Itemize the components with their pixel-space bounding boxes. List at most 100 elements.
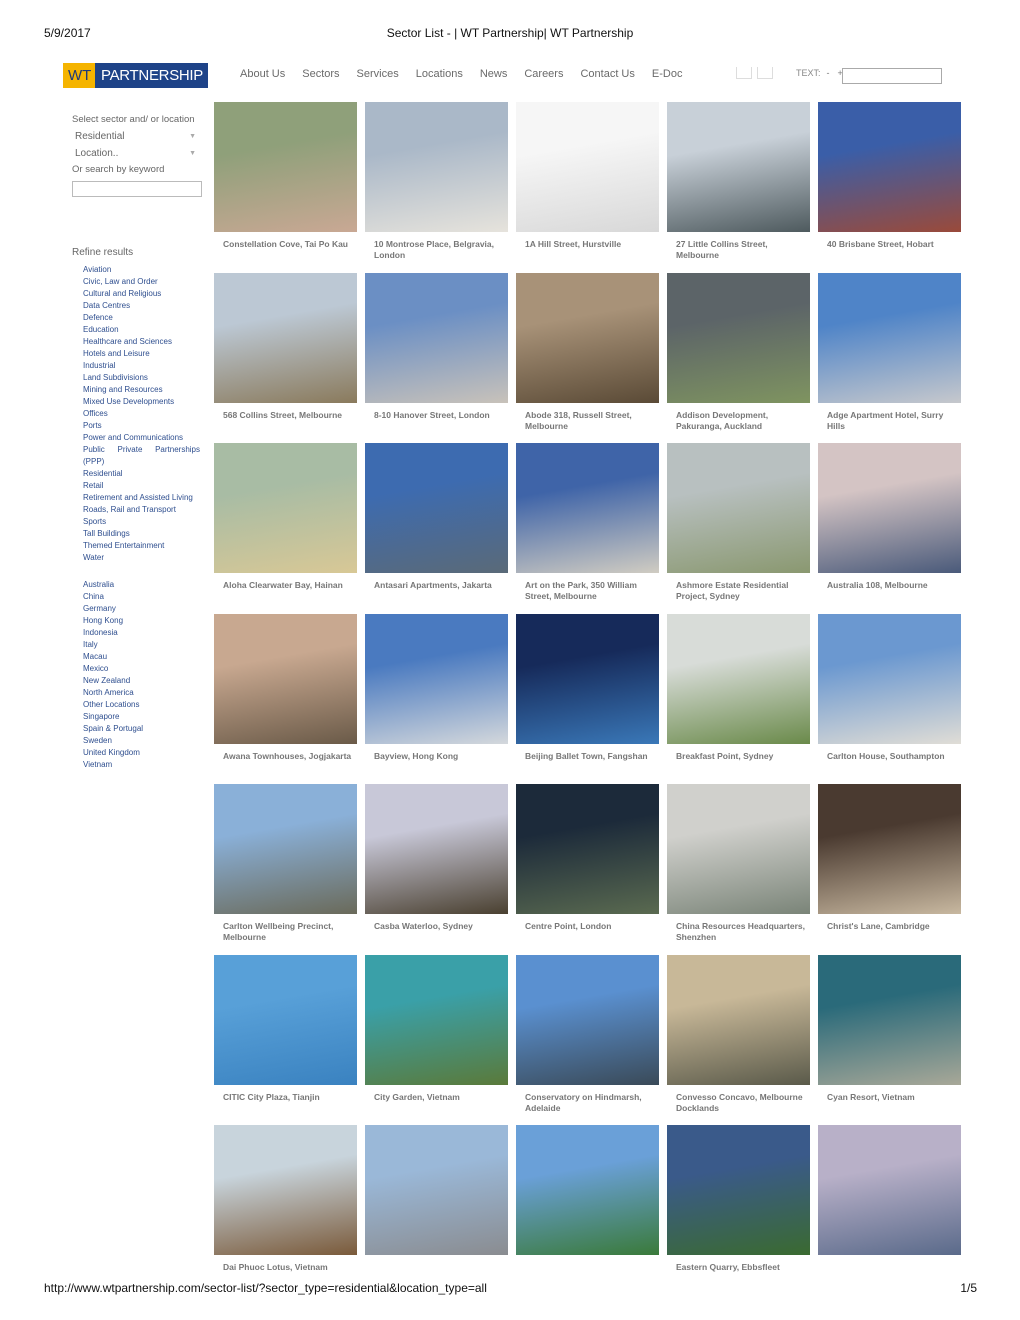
keyword-search-input[interactable] — [72, 181, 202, 197]
project-title[interactable]: Convesso Concavo, Melbourne Docklands — [667, 1092, 806, 1114]
project-title[interactable]: Breakfast Point, Sydney — [667, 751, 806, 762]
project-title[interactable]: Casba Waterloo, Sydney — [365, 921, 504, 932]
project-title[interactable]: Dai Phuoc Lotus, Vietnam — [214, 1262, 353, 1273]
project-card[interactable]: Casba Waterloo, Sydney — [365, 784, 508, 932]
project-thumbnail[interactable] — [667, 272, 810, 403]
sector-link[interactable]: Land Subdivisions — [83, 372, 200, 384]
project-thumbnail[interactable] — [516, 443, 659, 573]
location-link[interactable]: Macau — [83, 651, 200, 663]
project-title[interactable]: Bayview, Hong Kong — [365, 751, 504, 762]
project-title[interactable]: Aloha Clearwater Bay, Hainan — [214, 580, 353, 591]
nav-sectors[interactable]: Sectors — [302, 68, 339, 80]
project-thumbnail[interactable] — [818, 272, 961, 403]
project-card[interactable] — [516, 1125, 659, 1262]
project-card[interactable]: CITIC City Plaza, Tianjin — [214, 954, 357, 1103]
project-thumbnail[interactable] — [516, 1125, 659, 1255]
project-title[interactable]: 568 Collins Street, Melbourne — [214, 410, 353, 421]
project-card[interactable] — [365, 1125, 508, 1262]
sector-link[interactable]: Defence — [83, 312, 200, 324]
project-title[interactable]: Art on the Park, 350 William Street, Mel… — [516, 580, 655, 602]
project-title[interactable]: Australia 108, Melbourne — [818, 580, 957, 591]
project-thumbnail[interactable] — [214, 784, 357, 914]
text-decrease-button[interactable]: - — [827, 68, 830, 78]
project-card[interactable]: China Resources Headquarters, Shenzhen — [667, 784, 810, 943]
sector-link[interactable]: Industrial — [83, 360, 200, 372]
project-thumbnail[interactable] — [667, 613, 810, 744]
location-link[interactable]: Sweden — [83, 735, 200, 747]
sector-link[interactable]: Offices — [83, 408, 200, 420]
project-thumbnail[interactable] — [667, 443, 810, 573]
site-search-input[interactable] — [842, 68, 942, 84]
project-card[interactable]: Centre Point, London — [516, 784, 659, 932]
location-link[interactable]: United Kingdom — [83, 747, 200, 759]
sector-select[interactable]: Residential ▼ — [72, 128, 202, 145]
project-thumbnail[interactable] — [214, 1125, 357, 1255]
project-card[interactable]: Abode 318, Russell Street, Melbourne — [516, 272, 659, 432]
sector-link[interactable]: Retirement and Assisted Living — [83, 492, 200, 504]
sector-link[interactable]: Residential — [83, 468, 200, 480]
location-link[interactable]: North America — [83, 687, 200, 699]
project-title[interactable]: City Garden, Vietnam — [365, 1092, 504, 1103]
project-title[interactable]: Adge Apartment Hotel, Surry Hills — [818, 410, 957, 432]
project-thumbnail[interactable] — [818, 954, 961, 1085]
project-card[interactable]: Carlton Wellbeing Precinct, Melbourne — [214, 784, 357, 943]
sector-link[interactable]: Education — [83, 324, 200, 336]
project-card[interactable]: 40 Brisbane Street, Hobart — [818, 102, 961, 250]
project-thumbnail[interactable] — [667, 102, 810, 232]
project-card[interactable]: Constellation Cove, Tai Po Kau — [214, 102, 357, 250]
project-card[interactable]: 568 Collins Street, Melbourne — [214, 272, 357, 421]
location-link[interactable]: Other Locations — [83, 699, 200, 711]
sector-link[interactable]: Themed Entertainment — [83, 540, 200, 552]
location-link[interactable]: China — [83, 591, 200, 603]
project-card[interactable]: Antasari Apartments, Jakarta — [365, 443, 508, 591]
wt-partnership-logo[interactable]: WT PARTNERSHIP — [63, 63, 209, 88]
location-select[interactable]: Location.. ▼ — [72, 145, 202, 162]
project-title[interactable]: 10 Montrose Place, Belgravia, London — [365, 239, 504, 261]
project-thumbnail[interactable] — [818, 613, 961, 744]
nav-locations[interactable]: Locations — [416, 68, 463, 80]
sector-link[interactable]: Cultural and Religious — [83, 288, 200, 300]
project-card[interactable]: Carlton House, Southampton — [818, 613, 961, 762]
project-title[interactable]: Eastern Quarry, Ebbsfleet — [667, 1262, 806, 1273]
project-thumbnail[interactable] — [818, 784, 961, 914]
project-card[interactable]: Aloha Clearwater Bay, Hainan — [214, 443, 357, 591]
project-thumbnail[interactable] — [365, 443, 508, 573]
project-card[interactable]: Australia 108, Melbourne — [818, 443, 961, 591]
project-thumbnail[interactable] — [365, 613, 508, 744]
project-card[interactable]: Dai Phuoc Lotus, Vietnam — [214, 1125, 357, 1273]
project-title[interactable]: Addison Development, Pakuranga, Auckland — [667, 410, 806, 432]
sector-link[interactable]: Retail — [83, 480, 200, 492]
project-card[interactable]: Eastern Quarry, Ebbsfleet — [667, 1125, 810, 1273]
project-card[interactable]: 8-10 Hanover Street, London — [365, 272, 508, 421]
location-link[interactable]: Australia — [83, 579, 200, 591]
location-link[interactable]: Mexico — [83, 663, 200, 675]
project-thumbnail[interactable] — [214, 443, 357, 573]
location-link[interactable]: Vietnam — [83, 759, 200, 771]
project-thumbnail[interactable] — [365, 272, 508, 403]
nav-contact-us[interactable]: Contact Us — [580, 68, 634, 80]
sector-link[interactable]: Mixed Use Developments — [83, 396, 200, 408]
project-thumbnail[interactable] — [516, 102, 659, 232]
project-card[interactable]: Breakfast Point, Sydney — [667, 613, 810, 762]
project-card[interactable]: 27 Little Collins Street, Melbourne — [667, 102, 810, 261]
project-title[interactable]: 1A Hill Street, Hurstville — [516, 239, 655, 250]
sector-link[interactable]: Mining and Resources — [83, 384, 200, 396]
location-link[interactable]: Italy — [83, 639, 200, 651]
project-card[interactable]: Convesso Concavo, Melbourne Docklands — [667, 954, 810, 1114]
project-card[interactable]: Bayview, Hong Kong — [365, 613, 508, 762]
sector-link[interactable]: Public Private Partnerships (PPP) — [83, 444, 200, 468]
project-title[interactable]: Carlton House, Southampton — [818, 751, 957, 762]
project-title[interactable]: Antasari Apartments, Jakarta — [365, 580, 504, 591]
sector-link[interactable]: Water — [83, 552, 200, 564]
nav-services[interactable]: Services — [357, 68, 399, 80]
project-card[interactable]: City Garden, Vietnam — [365, 954, 508, 1103]
project-card[interactable]: Art on the Park, 350 William Street, Mel… — [516, 443, 659, 602]
location-link[interactable]: Singapore — [83, 711, 200, 723]
project-thumbnail[interactable] — [516, 954, 659, 1085]
nav-e-doc[interactable]: E-Doc — [652, 68, 683, 80]
project-thumbnail[interactable] — [667, 784, 810, 914]
project-thumbnail[interactable] — [818, 443, 961, 573]
nav-about-us[interactable]: About Us — [240, 68, 285, 80]
sector-link[interactable]: Power and Communications — [83, 432, 200, 444]
project-title[interactable]: Ashmore Estate Residential Project, Sydn… — [667, 580, 806, 602]
